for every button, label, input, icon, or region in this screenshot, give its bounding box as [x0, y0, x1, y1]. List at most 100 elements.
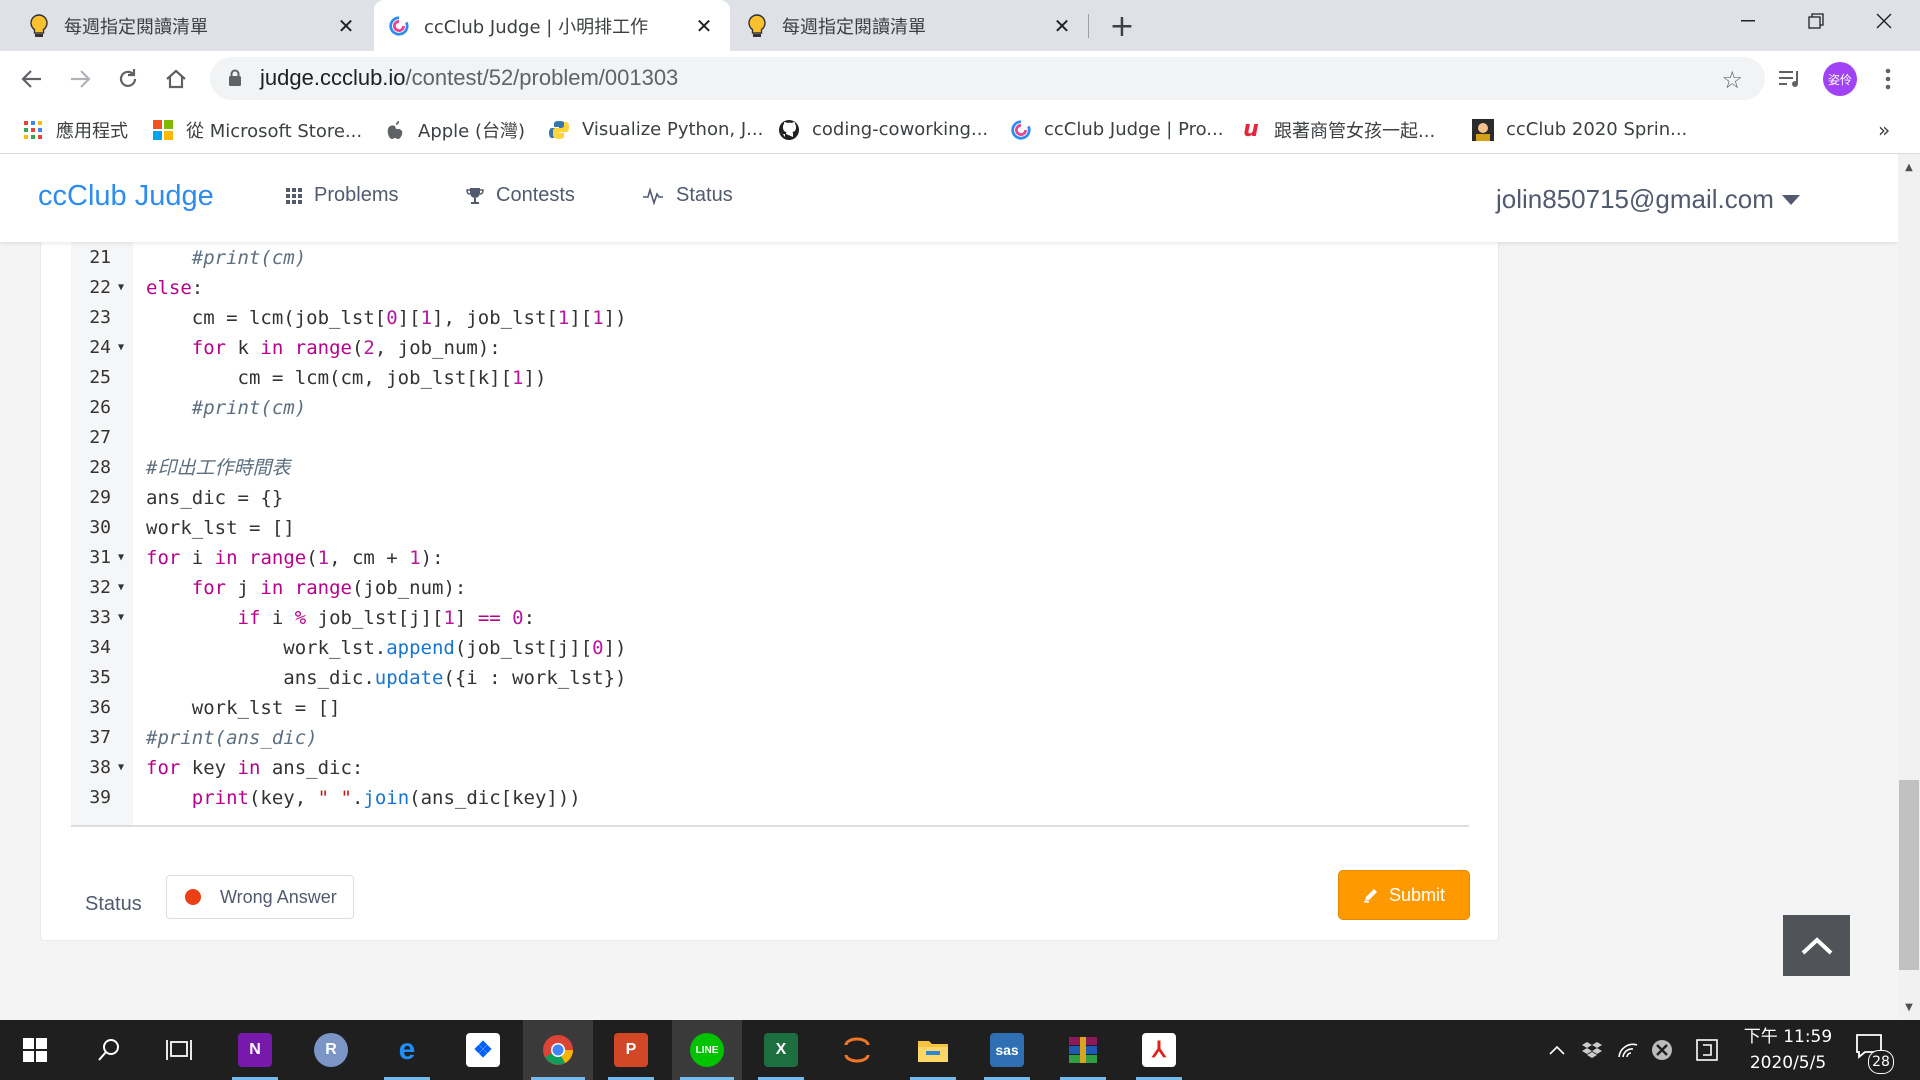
code-line[interactable]: 34 work_lst.append(job_lst[j][0]) [71, 633, 1469, 663]
code-line[interactable]: 39 print(key, " ".join(ans_dic[key])) [71, 783, 1469, 813]
media-control-icon[interactable] [1772, 61, 1808, 97]
code-line[interactable]: 38 ▼ for key in ans_dic: [71, 753, 1469, 783]
bookmark-apps[interactable]: 應用程式 [22, 106, 128, 153]
new-tab-button[interactable]: + [1106, 9, 1138, 44]
bookmark-label: 從 Microsoft Store... [186, 120, 363, 142]
notification-count-badge: 28 [1868, 1050, 1894, 1074]
code-line[interactable]: 25 cm = lcm(cm, job_lst[k][1]) [71, 363, 1469, 393]
code-line[interactable]: 21 #print(cm) [71, 243, 1469, 273]
file-explorer-icon[interactable] [902, 1020, 964, 1080]
lightbulb-icon [746, 13, 768, 37]
close-window-button[interactable] [1854, 0, 1914, 42]
code-line[interactable]: 24 ▼ for k in range(2, job_num): [71, 333, 1469, 363]
code-text: #print(cm) [191, 397, 307, 419]
bookmark-microsoft-store[interactable]: 從 Microsoft Store... [152, 106, 362, 153]
fold-arrow-icon[interactable]: ▼ [118, 333, 124, 363]
code-line[interactable]: 33 ▼ if i % job_lst[j][1] == 0: [71, 603, 1469, 633]
bookmark-label: 應用程式 [56, 120, 128, 142]
code-line[interactable]: 26 #print(cm) [71, 393, 1469, 423]
tab-strip: 每週指定閱讀清單 ✕ ccClub Judge | 小明排工作 ✕ 每週指定閱讀… [0, 0, 1920, 51]
code-editor[interactable]: 20 cm = job_lst[0][1]21 #print(cm)22▼els… [71, 225, 1469, 827]
acrobat-icon[interactable]: ⅄ [1128, 1020, 1190, 1080]
site-logo[interactable]: ccClub Judge [38, 180, 214, 213]
line-number: 39 [89, 787, 111, 808]
code-line[interactable]: 22 ▼ else: [71, 273, 1469, 303]
fold-arrow-icon[interactable]: ▼ [118, 603, 124, 633]
onenote-icon[interactable]: N [224, 1020, 286, 1080]
scrollbar-thumb[interactable] [1899, 780, 1919, 970]
show-hidden-icons-icon[interactable] [1544, 1020, 1570, 1080]
r-icon[interactable]: R [300, 1020, 362, 1080]
browser-tab-3[interactable]: 每週指定閱讀清單 ✕ [730, 0, 1088, 51]
more-menu-icon[interactable] [1870, 61, 1906, 97]
dropbox-icon[interactable]: ❖ [452, 1020, 514, 1080]
fold-arrow-icon[interactable]: ▼ [118, 273, 124, 303]
no-connection-icon[interactable] [1648, 1020, 1676, 1080]
bookmark-ccclub-judge[interactable]: ccClub Judge | Pro... [1010, 106, 1223, 153]
nav-problems[interactable]: Problems [286, 184, 398, 207]
url-text[interactable]: judge.ccclub.io/contest/52/problem/00130… [260, 65, 678, 91]
back-to-top-button[interactable] [1783, 915, 1850, 976]
jupyter-icon[interactable] [826, 1020, 888, 1080]
back-button[interactable] [14, 61, 50, 97]
input-method-icon[interactable] [1692, 1020, 1722, 1080]
submit-button[interactable]: Submit [1339, 871, 1469, 919]
fold-arrow-icon[interactable]: ▼ [118, 573, 124, 603]
bookmark-coding-coworking[interactable]: coding-coworking... [778, 106, 988, 153]
line-icon[interactable]: LINE [672, 1020, 742, 1080]
code-line[interactable]: 35 ans_dic.update({i : work_lst}) [71, 663, 1469, 693]
grid-icon [286, 187, 302, 204]
nav-contests[interactable]: Contests [466, 184, 575, 207]
bookmark-apple[interactable]: Apple (台灣) [384, 106, 525, 153]
close-tab-icon[interactable]: ✕ [334, 14, 358, 38]
address-bar[interactable]: judge.ccclub.io/contest/52/problem/00130… [210, 57, 1765, 100]
code-line[interactable]: 36 work_lst = [] [71, 693, 1469, 723]
bookmark-ccclub-2020[interactable]: ccClub 2020 Sprin... [1472, 106, 1687, 153]
system-clock[interactable]: 下午 11:59 2020/5/5 [1733, 1024, 1843, 1076]
fold-arrow-icon[interactable]: ▼ [118, 753, 124, 783]
code-line[interactable]: 37 #print(ans_dic) [71, 723, 1469, 753]
sas-icon[interactable]: sas [976, 1020, 1038, 1080]
close-tab-icon[interactable]: ✕ [692, 14, 716, 38]
line-number: 34 [89, 637, 111, 658]
browser-toolbar: judge.ccclub.io/contest/52/problem/00130… [0, 51, 1920, 106]
browser-tab-2[interactable]: ccClub Judge | 小明排工作 ✕ [374, 0, 730, 51]
bookmark-star-icon[interactable]: ☆ [1721, 66, 1743, 94]
minimize-button[interactable] [1718, 0, 1778, 42]
excel-icon[interactable]: X [750, 1020, 812, 1080]
winrar-icon[interactable] [1052, 1020, 1114, 1080]
restore-button[interactable] [1786, 0, 1846, 42]
code-line[interactable]: 30 work_lst = [] [71, 513, 1469, 543]
reload-button[interactable] [110, 61, 146, 97]
dropbox-tray-icon[interactable] [1578, 1020, 1606, 1080]
code-line[interactable]: 23 cm = lcm(job_lst[0][1], job_lst[1][1]… [71, 303, 1469, 333]
home-button[interactable] [158, 61, 194, 97]
code-line[interactable]: 32 ▼ for j in range(job_num): [71, 573, 1469, 603]
nav-status[interactable]: Status [642, 184, 733, 207]
scroll-up-arrow-icon[interactable]: ▲ [1898, 156, 1920, 178]
status-badge[interactable]: Wrong Answer [166, 875, 354, 919]
lock-icon[interactable] [228, 69, 242, 91]
bookmarks-overflow-icon[interactable]: » [1878, 106, 1890, 153]
search-icon[interactable] [78, 1020, 140, 1080]
bookmark-udemy-course[interactable]: u 跟著商管女孩一起... [1240, 106, 1435, 153]
bookmark-visualize-python[interactable]: Visualize Python, J... [548, 106, 763, 153]
task-view-icon[interactable] [148, 1020, 210, 1080]
start-icon[interactable] [4, 1020, 66, 1080]
edge-icon[interactable]: e [376, 1020, 438, 1080]
profile-avatar[interactable]: 姿伶 [1823, 62, 1857, 96]
code-line[interactable]: 31 ▼ for i in range(1, cm + 1): [71, 543, 1469, 573]
powerpoint-icon[interactable]: P [600, 1020, 662, 1080]
fold-arrow-icon[interactable]: ▼ [118, 543, 124, 573]
user-menu[interactable]: jolin850715@gmail.com [1496, 184, 1800, 215]
chrome-icon[interactable] [523, 1020, 593, 1080]
wifi-icon[interactable] [1614, 1020, 1642, 1080]
scroll-down-arrow-icon[interactable]: ▼ [1898, 996, 1920, 1018]
code-line[interactable]: 28 #印出工作時間表 [71, 453, 1469, 483]
code-line[interactable]: 27 [71, 423, 1469, 453]
line-number: 25 [89, 367, 111, 388]
forward-button[interactable] [62, 61, 98, 97]
browser-tab-1[interactable]: 每週指定閱讀清單 ✕ [0, 0, 372, 51]
close-tab-icon[interactable]: ✕ [1050, 14, 1074, 38]
code-line[interactable]: 29 ans_dic = {} [71, 483, 1469, 513]
